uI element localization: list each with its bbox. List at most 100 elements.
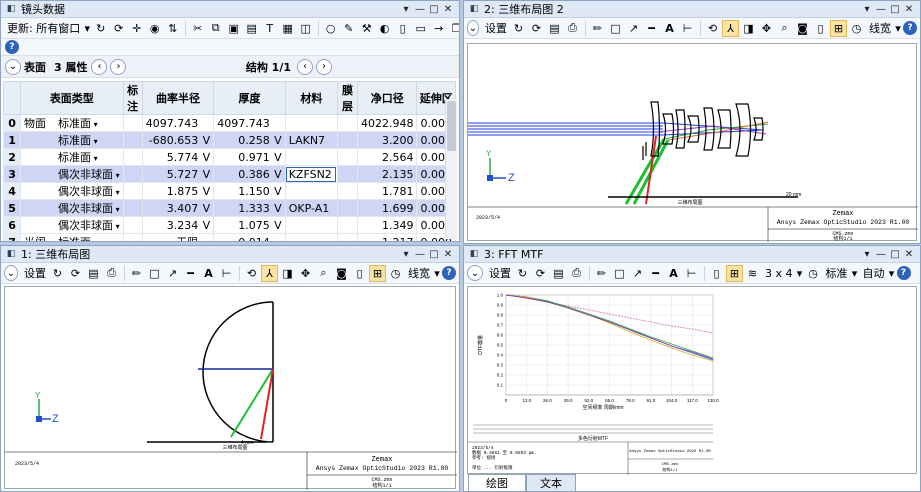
maximize-button[interactable]: □ bbox=[427, 249, 441, 260]
update-dropdown[interactable]: 更新: 所有窗口 bbox=[7, 20, 80, 36]
radius-cell[interactable]: 3.234 V bbox=[141, 216, 215, 234]
refresh-all-icon[interactable]: ⟳ bbox=[528, 20, 545, 37]
next-config-button[interactable]: › bbox=[316, 58, 332, 75]
variable-flag[interactable]: V bbox=[270, 151, 282, 164]
camera-icon[interactable]: ◙ bbox=[794, 20, 811, 37]
surface-type-cell[interactable]: 物面 标准面 ▾ bbox=[20, 114, 124, 132]
dropdown-arrow-icon[interactable]: ▾ bbox=[91, 239, 98, 241]
surface-type-cell[interactable]: 偶次非球面 ▾ bbox=[20, 199, 124, 217]
pencil-icon[interactable]: ✏ bbox=[593, 265, 610, 282]
variable-flag[interactable]: V bbox=[198, 168, 211, 181]
maximize-button[interactable]: □ bbox=[888, 249, 902, 260]
dropdown-arrow-icon[interactable]: ▾ bbox=[91, 154, 98, 163]
tab-text[interactable]: 文本 bbox=[526, 474, 576, 491]
camera-icon[interactable]: ◙ bbox=[333, 265, 350, 282]
close-button[interactable]: ✕ bbox=[902, 249, 916, 260]
fit-icon[interactable]: ⊞ bbox=[726, 264, 743, 282]
thickness-cell[interactable]: 1.333 V bbox=[213, 199, 286, 217]
rectangle-icon[interactable]: □ bbox=[611, 265, 628, 282]
semi-diameter-cell[interactable]: 1.217 bbox=[356, 233, 418, 241]
surface-type-cell[interactable]: 偶次非球面 ▾ bbox=[20, 216, 124, 234]
dropdown-icon[interactable]: ▾ bbox=[399, 249, 413, 260]
col-header-radius[interactable]: 曲率半径 bbox=[141, 81, 215, 115]
thickness-cell[interactable]: 0.971 V bbox=[213, 148, 286, 166]
circle-icon[interactable]: ○ bbox=[322, 20, 339, 37]
material-cell[interactable]: KZFSN2 bbox=[284, 165, 338, 183]
text-icon[interactable]: T bbox=[261, 20, 278, 37]
tab-graph[interactable]: 绘图 bbox=[468, 474, 526, 491]
scissors-icon[interactable]: ✂ bbox=[189, 20, 206, 37]
dropdown-icon[interactable]: ▾ bbox=[860, 249, 874, 260]
maximize-button[interactable]: □ bbox=[427, 4, 441, 15]
paste-icon[interactable]: ▣ bbox=[225, 20, 242, 37]
comment-cell[interactable] bbox=[122, 114, 143, 132]
material-cell[interactable] bbox=[284, 233, 338, 241]
arrow-icon[interactable]: → bbox=[430, 20, 447, 37]
dropdown-arrow-icon[interactable]: ▾ bbox=[113, 205, 120, 214]
auto-dropdown[interactable]: 自动 bbox=[863, 265, 885, 281]
table-row[interactable]: 6 偶次非球面 ▾ 3.234 V 1.075 V 1.349 0.000 bbox=[2, 216, 456, 234]
dimension-icon[interactable]: ⊢ bbox=[679, 20, 696, 37]
refresh-icon[interactable]: ↻ bbox=[510, 20, 527, 37]
col-header-coating[interactable]: 膜层 bbox=[336, 81, 358, 115]
print-icon[interactable]: ⎙ bbox=[568, 265, 585, 282]
sort-icon[interactable]: ⇅ bbox=[164, 20, 181, 37]
dropdown-icon[interactable]: ▾ bbox=[399, 4, 413, 15]
variable-flag[interactable]: V bbox=[198, 185, 211, 198]
thickness-cell[interactable]: 4097.743 bbox=[213, 114, 286, 132]
refresh-icon[interactable]: ↻ bbox=[49, 265, 66, 282]
material-cell[interactable] bbox=[284, 182, 338, 200]
material-cell[interactable]: LAKN7 bbox=[284, 131, 338, 149]
coating-cell[interactable] bbox=[336, 114, 358, 132]
table-row[interactable]: 3 偶次非球面 ▾ 5.727 V 0.386 V KZFSN2 2.135 0.000 bbox=[2, 165, 456, 183]
variable-flag[interactable]: V bbox=[270, 185, 282, 198]
radius-cell[interactable]: -680.653 V bbox=[141, 131, 215, 149]
view-icon[interactable]: ◨ bbox=[740, 20, 757, 37]
surface-type-cell[interactable]: 标准面 ▾ bbox=[20, 131, 124, 149]
view-icon[interactable]: ◨ bbox=[279, 265, 296, 282]
radius-cell[interactable]: 无限 bbox=[141, 233, 215, 241]
prev-surface-button[interactable]: ‹ bbox=[91, 58, 108, 75]
collapse-icon[interactable]: ⌄ bbox=[5, 58, 21, 75]
radius-cell[interactable]: 5.774 V bbox=[141, 148, 215, 166]
coating-cell[interactable] bbox=[336, 199, 358, 217]
refresh-icon[interactable]: ↻ bbox=[92, 20, 109, 37]
semi-diameter-cell[interactable]: 3.200 bbox=[356, 131, 418, 149]
thickness-cell[interactable]: 1.150 V bbox=[213, 182, 286, 200]
semi-diameter-cell[interactable]: 2.135 bbox=[356, 165, 418, 183]
print-icon[interactable]: ⎙ bbox=[103, 265, 120, 282]
ruler-icon[interactable]: ◫ bbox=[297, 20, 314, 37]
minimize-button[interactable]: — bbox=[874, 4, 888, 15]
text-tool-icon[interactable]: A bbox=[665, 265, 682, 282]
refresh-all-icon[interactable]: ⟳ bbox=[67, 265, 84, 282]
table-row[interactable]: 2 标准面 ▾ 5.774 V 0.971 V 2.564 0.000 bbox=[2, 148, 456, 166]
maximize-button[interactable]: □ bbox=[888, 4, 902, 15]
minimize-button[interactable]: — bbox=[413, 4, 427, 15]
dropdown-arrow-icon[interactable]: ▾ bbox=[894, 20, 902, 37]
lock-icon[interactable]: ▯ bbox=[351, 265, 368, 282]
coating-cell[interactable] bbox=[336, 216, 358, 234]
radius-cell[interactable]: 4097.743 bbox=[141, 114, 215, 132]
help-icon[interactable]: ? bbox=[442, 266, 456, 280]
toggle-icon[interactable]: ◐ bbox=[376, 20, 393, 37]
comment-cell[interactable] bbox=[122, 182, 143, 200]
dropdown-arrow-icon[interactable]: ▾ bbox=[83, 20, 91, 37]
settings-button[interactable]: 设置 bbox=[489, 265, 511, 281]
refresh-all-icon[interactable]: ⟳ bbox=[532, 265, 549, 282]
layout1-canvas[interactable]: Y Z 4 mm 三维布局图 2023/5/4 Zemax Ansys Zema… bbox=[4, 286, 457, 490]
dimension-icon[interactable]: ⊢ bbox=[218, 265, 235, 282]
comment-cell[interactable] bbox=[122, 165, 143, 183]
collapse-icon[interactable]: ⌄ bbox=[467, 20, 479, 36]
help-icon[interactable]: ? bbox=[896, 266, 911, 280]
table-row[interactable]: 4 偶次非球面 ▾ 1.875 V 1.150 V 1.781 0.000 bbox=[2, 182, 456, 200]
settings-button[interactable]: 设置 bbox=[24, 265, 46, 281]
grid-dropdown[interactable]: 3 x 4 bbox=[765, 267, 793, 280]
save-icon[interactable]: ▤ bbox=[85, 265, 102, 282]
material-cell[interactable] bbox=[284, 216, 338, 234]
dropdown-arrow-icon[interactable]: ▾ bbox=[113, 188, 120, 197]
rotate-icon[interactable]: ⟲ bbox=[704, 20, 721, 37]
semi-diameter-cell[interactable]: 1.781 bbox=[356, 182, 418, 200]
thickness-cell[interactable]: 0.258 V bbox=[213, 131, 286, 149]
coating-cell[interactable] bbox=[336, 165, 358, 183]
variable-flag[interactable]: V bbox=[198, 219, 211, 232]
